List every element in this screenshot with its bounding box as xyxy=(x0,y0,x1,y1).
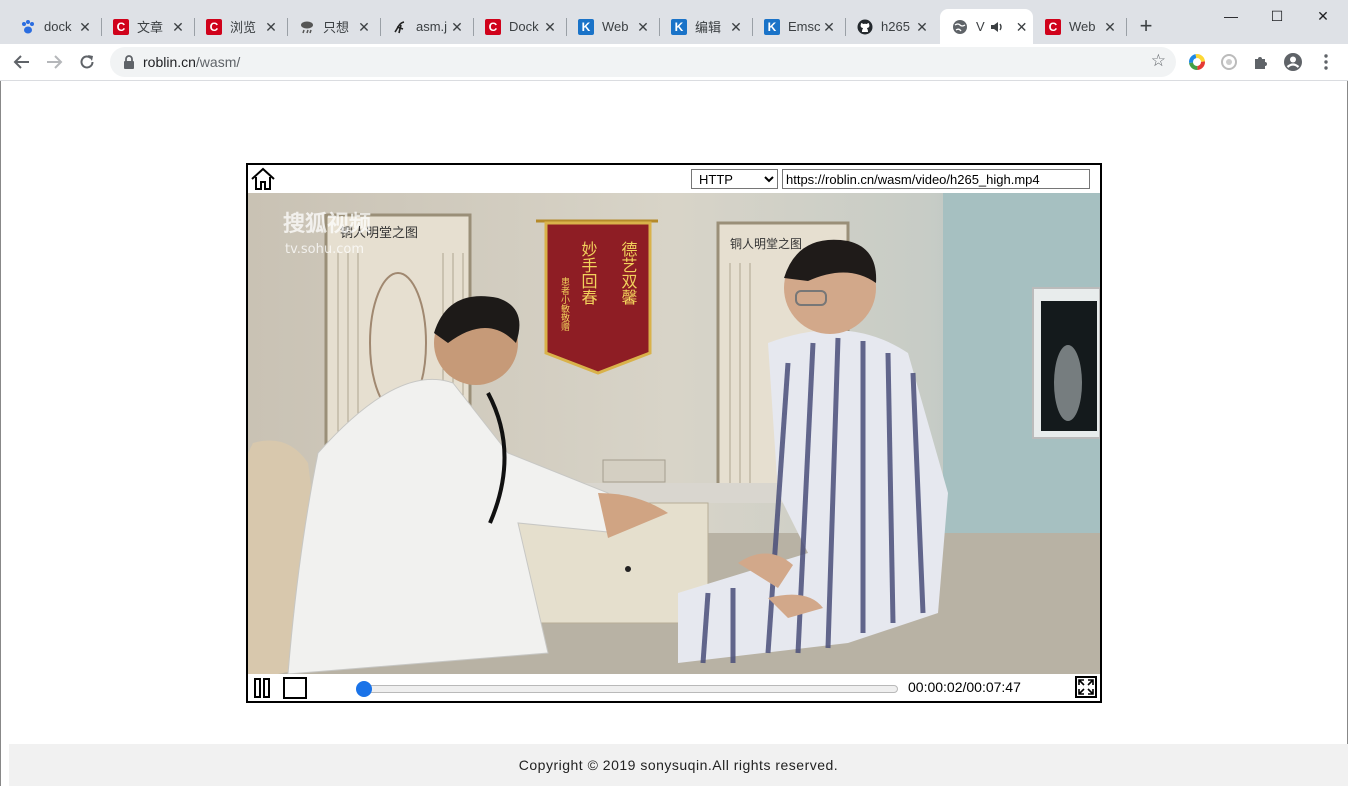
tab-title: h265 xyxy=(881,19,910,34)
tab-8[interactable]: K 编辑 ✕ xyxy=(659,9,753,44)
csdn-icon: C xyxy=(113,18,129,35)
fullscreen-icon[interactable] xyxy=(1075,676,1097,698)
copyright-text: Copyright © 2019 sonysuqin.All rights re… xyxy=(518,757,839,773)
arrow-right-icon xyxy=(47,55,63,69)
tab-close-button[interactable]: ✕ xyxy=(1014,19,1030,35)
video-url-input[interactable] xyxy=(782,169,1090,189)
tab-6[interactable]: C Dock ✕ xyxy=(473,9,567,44)
github-icon xyxy=(857,19,873,35)
tab-title: dock xyxy=(44,19,72,34)
profile-avatar-icon[interactable] xyxy=(1283,52,1303,72)
tab-close-button[interactable]: ✕ xyxy=(77,19,93,35)
tab-close-button[interactable]: ✕ xyxy=(263,19,279,35)
tab-5[interactable]: asm.j ✕ xyxy=(380,9,474,44)
tab-1[interactable]: dock ✕ xyxy=(8,9,102,44)
tab-title: Emsc xyxy=(788,19,821,34)
lock-icon xyxy=(124,55,134,69)
k-icon: K xyxy=(578,18,594,35)
reload-button[interactable] xyxy=(75,50,99,74)
minimize-button[interactable]: — xyxy=(1208,4,1254,28)
player-top-bar: HTTP xyxy=(248,165,1100,193)
tab-title: 编辑 xyxy=(695,20,722,35)
tab-close-button[interactable]: ✕ xyxy=(635,19,651,35)
tab-title: 只想 xyxy=(323,20,350,35)
more-menu-icon[interactable] xyxy=(1316,52,1336,72)
stop-button[interactable] xyxy=(283,677,307,699)
script-icon xyxy=(392,19,408,35)
tab-9[interactable]: K Emsc ✕ xyxy=(752,9,846,44)
tab-title: 浏览 xyxy=(230,20,257,35)
puzzle-extensions-icon[interactable] xyxy=(1251,52,1271,72)
seek-bar[interactable] xyxy=(355,681,898,697)
pennant-line1: 德艺双馨 xyxy=(619,241,638,306)
tab-7[interactable]: K Web ✕ xyxy=(566,9,660,44)
bookmark-star-icon[interactable]: ☆ xyxy=(1151,51,1166,71)
back-button[interactable] xyxy=(10,50,34,74)
tab-close-button[interactable]: ✕ xyxy=(728,19,744,35)
tab-separator xyxy=(1126,18,1127,36)
video-player: HTTP 铜人明堂之图 xyxy=(246,163,1102,703)
tab-12[interactable]: C Web ✕ xyxy=(1033,9,1127,44)
address-bar[interactable]: roblin.cn/wasm/ ☆ xyxy=(110,47,1176,77)
tab-strip: dock ✕ C 文章 ✕ C 浏览 ✕ 只想 ✕ asm.j ✕ C Dock… xyxy=(0,0,1348,44)
address-path: /wasm/ xyxy=(195,54,241,70)
address-url: roblin.cn/wasm/ xyxy=(143,54,240,70)
tab-title: asm.j xyxy=(416,19,448,34)
player-controls: 00:00:02/00:07:47 xyxy=(248,674,1100,701)
csdn-icon: C xyxy=(485,18,501,35)
close-window-button[interactable]: ✕ xyxy=(1300,4,1346,28)
speaker-icon[interactable] xyxy=(990,19,1004,35)
tab-4[interactable]: 只想 ✕ xyxy=(287,9,381,44)
tab-title: V xyxy=(976,19,985,34)
tab-2[interactable]: C 文章 ✕ xyxy=(101,9,195,44)
csdn-icon: C xyxy=(1045,18,1061,35)
pennant-line2: 妙手回春 xyxy=(579,241,598,305)
browser-toolbar: roblin.cn/wasm/ ☆ xyxy=(0,44,1348,81)
protocol-select[interactable]: HTTP xyxy=(691,169,778,189)
forward-button[interactable] xyxy=(42,50,66,74)
video-frame[interactable]: 铜人明堂之图 铜人明堂之图 德艺双馨 妙手回春 患者小敏敬赠 搜狐视频 tv.s… xyxy=(248,193,1100,674)
reload-icon xyxy=(80,55,94,69)
video-watermark-url: tv.sohu.com xyxy=(285,242,364,257)
page-footer: Copyright © 2019 sonysuqin.All rights re… xyxy=(9,744,1348,786)
k-icon: K xyxy=(764,18,780,35)
cloud-rain-icon xyxy=(299,19,315,35)
tab-10[interactable]: h265 ✕ xyxy=(845,9,938,44)
new-tab-button[interactable]: + xyxy=(1134,14,1158,38)
tab-3[interactable]: C 浏览 ✕ xyxy=(194,9,288,44)
tab-close-button[interactable]: ✕ xyxy=(542,19,558,35)
csdn-icon: C xyxy=(206,18,222,35)
tab-close-button[interactable]: ✕ xyxy=(914,19,930,35)
tab-title: Web xyxy=(1069,19,1096,34)
k-icon: K xyxy=(671,18,687,35)
arrow-left-icon xyxy=(13,55,29,69)
tab-close-button[interactable]: ✕ xyxy=(356,19,372,35)
paw-icon xyxy=(20,19,36,35)
seek-bar-thumb[interactable] xyxy=(355,681,372,697)
poster-right-title: 铜人明堂之图 xyxy=(730,236,802,251)
maximize-button[interactable]: ☐ xyxy=(1254,4,1300,28)
pennant-signature: 患者小敏敬赠 xyxy=(559,276,570,331)
globe-icon xyxy=(952,19,968,35)
color-wheel-extension-icon[interactable] xyxy=(1187,52,1207,72)
tab-close-button[interactable]: ✕ xyxy=(449,19,465,35)
tab-11-active[interactable]: V ✕ xyxy=(940,9,1033,44)
home-icon[interactable] xyxy=(250,166,276,192)
address-domain: roblin.cn xyxy=(143,54,196,70)
tab-title: Web xyxy=(602,19,629,34)
camera-extension-icon[interactable] xyxy=(1219,52,1239,72)
pause-icon[interactable] xyxy=(252,677,272,699)
tab-close-button[interactable]: ✕ xyxy=(170,19,186,35)
video-scene: 铜人明堂之图 铜人明堂之图 德艺双馨 妙手回春 患者小敏敬赠 搜狐视频 tv.s… xyxy=(248,193,1100,674)
video-watermark: 搜狐视频 xyxy=(283,211,371,237)
time-display: 00:00:02/00:07:47 xyxy=(908,679,1021,695)
tab-title: 文章 xyxy=(137,20,164,35)
tab-close-button[interactable]: ✕ xyxy=(1102,19,1118,35)
tab-close-button[interactable]: ✕ xyxy=(821,19,837,35)
tab-title: Dock xyxy=(509,19,539,34)
